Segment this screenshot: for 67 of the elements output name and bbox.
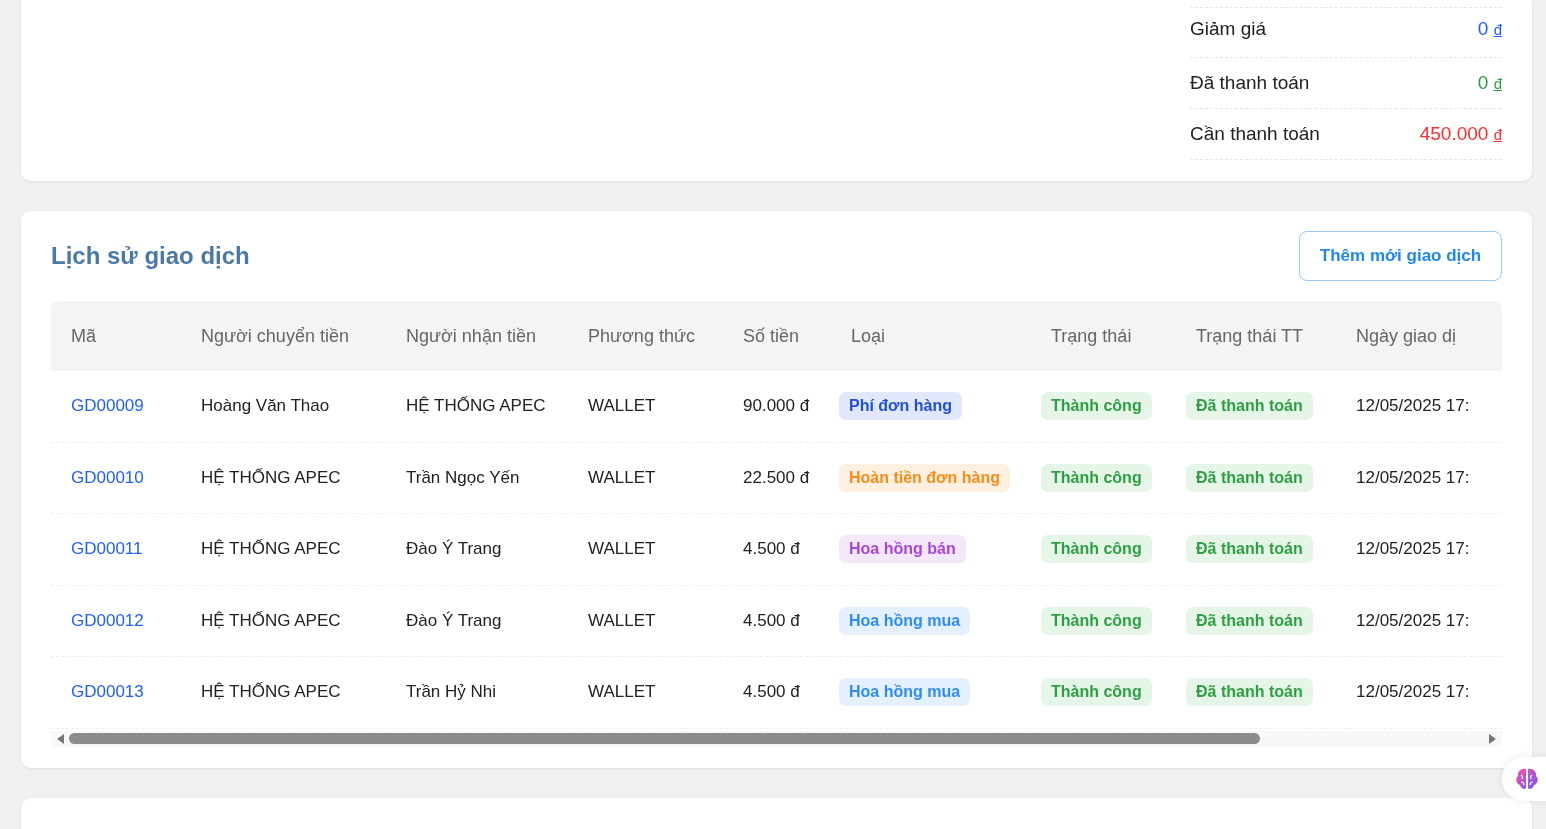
status-tag: Thành công [1041, 678, 1152, 707]
type-tag: Hoa hồng mua [839, 606, 971, 635]
summary-label: Cần thanh toán [1190, 123, 1320, 145]
summary-value: 0 đ [1477, 72, 1502, 94]
payment-status-tag: Đã thanh toán [1186, 678, 1313, 707]
summary-label: Giảm giá [1190, 18, 1267, 40]
table-cell: HỆ THỐNG APEC [201, 610, 341, 630]
type-tag: Phí đơn hàng [839, 392, 962, 421]
column-header: Người chuyển tiền [200, 325, 350, 347]
table-cell: 4.500 đ [743, 610, 800, 630]
table-cell: WALLET [588, 539, 656, 559]
add-transaction-button[interactable]: Thêm mới giao dịch [1299, 231, 1502, 281]
column-header: Mã [70, 325, 97, 347]
status-tag: Thành công [1041, 392, 1152, 421]
table-cell: Hoàng Văn Thao [201, 396, 330, 416]
table-cell: WALLET [588, 610, 656, 630]
column-header: Trạng thái [1050, 325, 1133, 347]
summary-value: 450.000 đ [1419, 123, 1502, 145]
payment-status-tag: Đã thanh toán [1186, 606, 1313, 635]
table-cell: Trần Hỷ Nhi [406, 682, 497, 702]
table-cell: 12/05/2025 17: [1356, 396, 1470, 416]
payment-status-tag: Đã thanh toán [1186, 535, 1313, 564]
table-cell: 4.500 đ [743, 682, 800, 702]
table-cell: WALLET [588, 396, 656, 416]
table-cell: 4.500 đ [743, 539, 800, 559]
status-tag: Thành công [1041, 606, 1152, 635]
table-cell: 90.000 đ [743, 396, 810, 416]
table-cell: HỆ THỐNG APEC [406, 396, 546, 416]
table-cell: 12/05/2025 17: [1356, 610, 1470, 630]
payment-status-tag: Đã thanh toán [1186, 392, 1313, 421]
section-title: Lịch sử giao dịch [51, 242, 250, 270]
brain-icon [1514, 766, 1540, 792]
table-cell: HỆ THỐNG APEC [201, 682, 341, 702]
summary-value: 0 đ [1477, 18, 1502, 40]
table-cell: WALLET [588, 682, 656, 702]
transaction-code-link[interactable]: GD00011 [71, 539, 143, 559]
table-cell: 12/05/2025 17: [1356, 539, 1470, 559]
horizontal-scrollbar[interactable] [51, 730, 1502, 747]
type-tag: Hoa hồng bán [839, 535, 966, 564]
column-header: Trạng thái TT [1195, 325, 1305, 347]
table-cell: 22.500 đ [743, 467, 810, 487]
scrollbar-thumb[interactable] [69, 733, 1260, 744]
column-header: Loại [850, 325, 887, 347]
table-cell: Đào Ý Trang [406, 610, 502, 630]
column-header: Phương thức [587, 325, 696, 347]
summary-label: Đã thanh toán [1190, 72, 1310, 94]
table-cell: Trần Ngọc Yến [406, 467, 520, 487]
table-cell: HỆ THỐNG APEC [201, 539, 341, 559]
transaction-code-link[interactable]: GD00012 [71, 610, 144, 630]
column-header: Số tiền [742, 325, 801, 347]
table-cell: HỆ THỐNG APEC [201, 467, 341, 487]
transaction-code-link[interactable]: GD00013 [71, 682, 144, 702]
table-cell: WALLET [588, 467, 656, 487]
type-tag: Hoàn tiền đơn hàng [839, 463, 1010, 492]
table-cell: Đào Ý Trang [406, 539, 502, 559]
status-tag: Thành công [1041, 463, 1152, 492]
scroll-right-icon[interactable] [1488, 732, 1498, 745]
type-tag: Hoa hồng mua [839, 678, 971, 707]
scroll-left-icon[interactable] [55, 732, 65, 745]
transaction-code-link[interactable]: GD00010 [71, 467, 144, 487]
column-header: Người nhận tiền [405, 325, 537, 347]
table-cell: 12/05/2025 17: [1356, 467, 1470, 487]
table-cell: 12/05/2025 17: [1356, 682, 1470, 702]
transaction-code-link[interactable]: GD00009 [71, 396, 144, 416]
status-tag: Thành công [1041, 535, 1152, 564]
column-header: Ngày giao dị [1355, 325, 1457, 347]
payment-status-tag: Đã thanh toán [1186, 463, 1313, 492]
